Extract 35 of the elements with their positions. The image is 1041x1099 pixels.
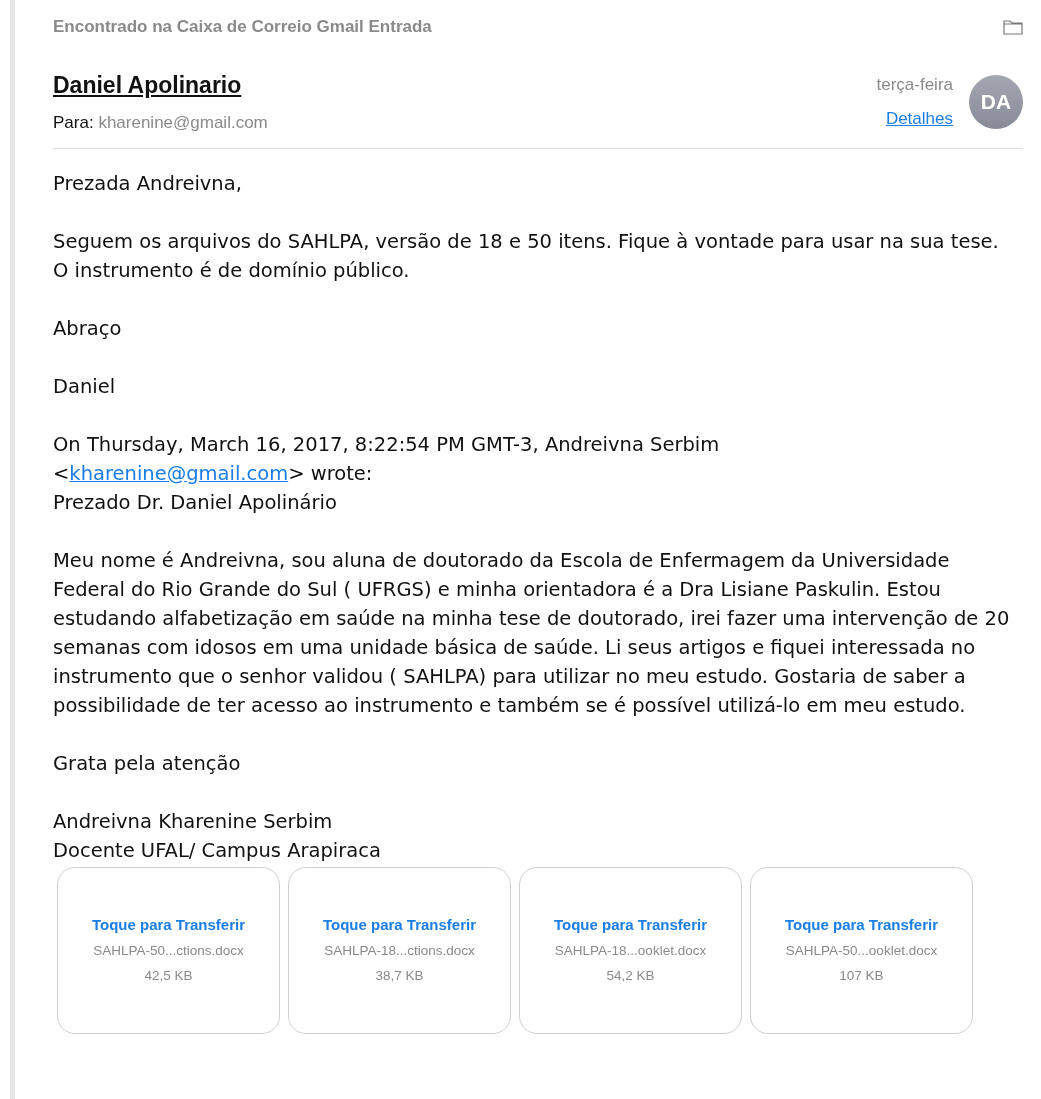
attachment-size: 54,2 KB <box>606 967 655 986</box>
attachment-card[interactable]: Toque para Transferir SAHLPA-18...ooklet.docx 54,2 KB <box>519 866 742 1034</box>
quote-attribution: On Thursday, March 16, 2017, 8:22:54 PM GMT-3, Andreivna Serbim <kharenine@gmail.com> wrote: <box>53 431 721 487</box>
details-link[interactable]: Detalhes <box>885 105 953 131</box>
download-button[interactable]: Toque para Transferir <box>91 913 246 936</box>
attachment-filename: SAHLPA-18...ctions.docx <box>324 942 475 960</box>
attachment-filename: SAHLPA-50...ctions.docx <box>93 942 244 960</box>
recipient-label: Para: <box>53 113 94 132</box>
quoted-paragraph: Meu nome é Andreivna, sou aluna de doutorado da Escola de Enfermagem da Universidade Federal do Rio Grande do Sul ( UFRGS) e minha orientadora é a Dra Lisiane Paskulin. Estou estudando alfabetização em saúde na minha tese de doutorado, irei fazer uma intervenção de 20 semanas com idosos em uma unidade básica de saúde. Li seus artigos e fiquei interessada no instrumento que o senhor validou ( SAHLPA) para utilizar no meu estudo. Gostaria de saber a possibilidade de ter acesso ao instrumento e também se é possível utilizá-lo em meu estudo. <box>53 547 1011 719</box>
recipient-address: kharenine@gmail.com <box>98 113 268 132</box>
attachment-size: 42,5 KB <box>144 967 193 986</box>
attachment-card[interactable]: Toque para Transferir SAHLPA-18...ctions.docx 38,7 KB <box>288 866 511 1034</box>
message-date: terça-feira <box>876 74 953 96</box>
message-paragraph: Seguem os arquivos do SAHLPA, versão de 18 e 50 itens. Fique à vontade para usar na sua tese. O instrumento é de domínio público. <box>53 228 1000 284</box>
download-button[interactable]: Toque para Transferir <box>553 913 708 936</box>
attachment-filename: SAHLPA-50...ooklet.docx <box>785 942 938 960</box>
signature-line: Docente UFAL/ Campus Arapiraca <box>53 837 382 864</box>
email-link[interactable]: kharenine@gmail.com <box>69 461 289 485</box>
mailbox-location: Encontrado na Caixa de Correio Gmail Entrada <box>53 16 432 38</box>
attachment-size: 107 KB <box>839 967 884 986</box>
avatar-initials: DA <box>969 74 1023 129</box>
download-button[interactable]: Toque para Transferir <box>784 913 939 936</box>
message-paragraph: Prezada Andreivna, <box>53 170 243 197</box>
attachment-card[interactable]: Toque para Transferir SAHLPA-50...ooklet.docx 107 KB <box>750 866 973 1034</box>
attachment-card[interactable]: Toque para Transferir SAHLPA-50...ctions.docx 42,5 KB <box>57 866 280 1034</box>
message-paragraph: Daniel <box>53 373 117 400</box>
download-button[interactable]: Toque para Transferir <box>322 913 477 936</box>
attachment-filename: SAHLPA-18...ooklet.docx <box>554 942 707 960</box>
sender-name[interactable]: Daniel Apolinario <box>53 67 268 102</box>
message-paragraph: Abraço <box>53 315 123 342</box>
signature-line: Andreivna Kharenine Serbim <box>53 808 334 835</box>
quoted-paragraph: Prezado Dr. Daniel Apolinário <box>53 489 338 516</box>
quoted-paragraph: Grata pela atenção <box>53 750 242 777</box>
folder-icon[interactable] <box>1003 18 1023 35</box>
attachment-size: 38,7 KB <box>375 967 424 986</box>
